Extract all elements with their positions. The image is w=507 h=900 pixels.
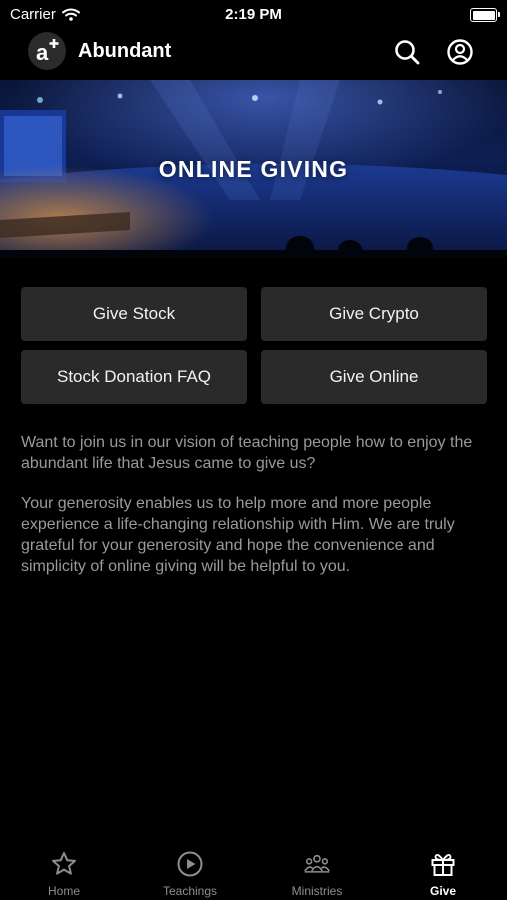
status-bar: Carrier 2:19 PM <box>0 0 507 28</box>
gift-icon <box>431 854 455 876</box>
star-icon <box>52 852 76 875</box>
give-online-button[interactable]: Give Online <box>261 350 487 404</box>
stock-donation-faq-button[interactable]: Stock Donation FAQ <box>21 350 247 404</box>
tab-teachings[interactable]: Teachings <box>140 845 240 900</box>
status-time: 2:19 PM <box>225 6 282 23</box>
battery-icon <box>470 8 500 22</box>
hero-title: ONLINE GIVING <box>158 156 349 182</box>
give-stock-button[interactable]: Give Stock <box>21 287 247 341</box>
tab-ministries-label: Ministries <box>291 884 343 898</box>
tab-teachings-label: Teachings <box>162 884 218 898</box>
tab-home-label: Home <box>47 884 80 898</box>
tab-give-label: Give <box>429 884 456 898</box>
svg-text:a: a <box>36 40 49 65</box>
generosity-paragraph: Your generosity enables us to help more … <box>21 495 455 575</box>
abundant-logo-icon[interactable]: a <box>28 32 66 70</box>
give-crypto-button[interactable]: Give Crypto <box>261 287 487 341</box>
tab-bar: Home Teachings Ministries Give <box>0 845 507 900</box>
app-title: Abundant <box>78 40 172 62</box>
people-group-icon <box>304 854 330 873</box>
search-icon[interactable] <box>393 38 421 66</box>
hero-banner: ONLINE GIVING <box>0 80 507 258</box>
tab-home[interactable]: Home <box>14 845 114 900</box>
intro-paragraph: Want to join us in our vision of teachin… <box>21 434 473 472</box>
play-circle-icon <box>177 851 203 877</box>
tab-ministries[interactable]: Ministries <box>267 845 367 900</box>
tab-give[interactable]: Give <box>393 845 493 900</box>
user-circle-icon[interactable] <box>446 38 474 66</box>
nav-bar: a Abundant <box>0 30 507 78</box>
